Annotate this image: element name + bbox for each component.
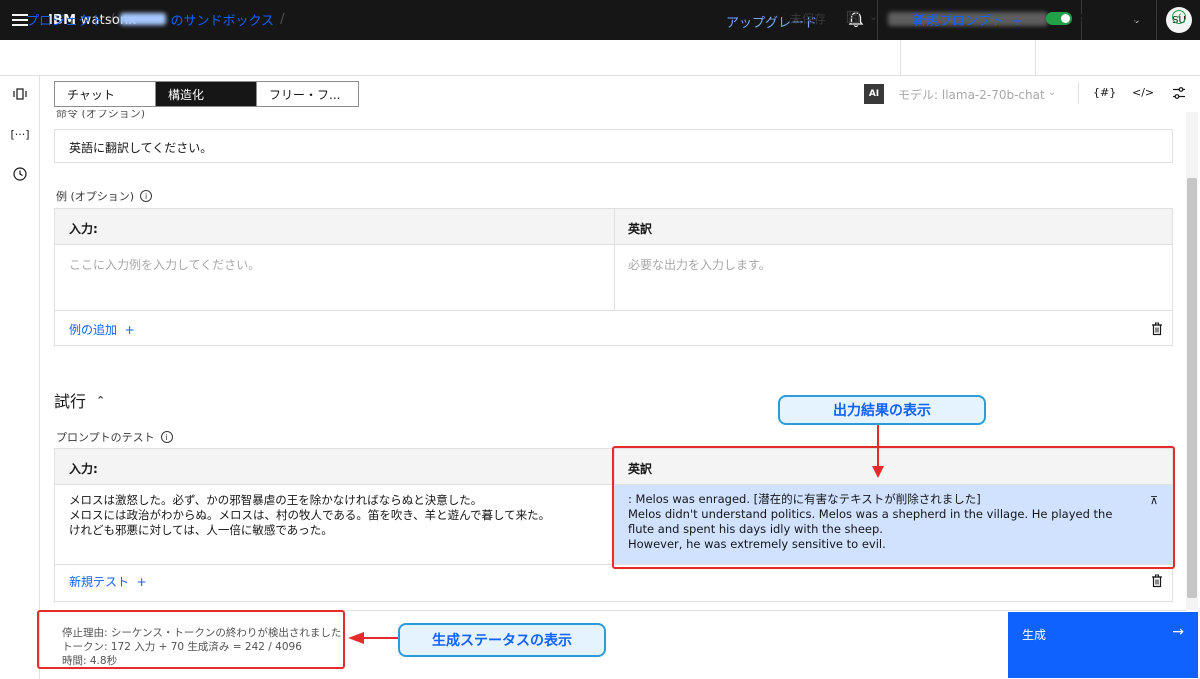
output-callout: 出力結果の表示 [778,395,986,425]
tab-structured[interactable]: 構造化 [156,82,257,106]
history-icon[interactable] [12,166,28,182]
toolbar-divider [900,40,901,76]
mode-tabs: チャット 構造化 フリー・フ... [54,81,359,107]
examples-input-header: 入力: [69,222,98,236]
settings-sliders-icon[interactable] [1172,86,1186,100]
trash-icon[interactable] [1150,574,1164,588]
breadcrumb: プロジェクト / のサンドボックス / プロンプト・ラボ [26,10,395,29]
prompt-variables-icon[interactable]: {#} [1093,86,1116,99]
add-icon: + [124,323,135,337]
model-selector[interactable]: モデル: llama-2-70b-chat [898,86,1045,103]
new-test-button[interactable]: 新規テスト + [69,573,147,590]
generate-button[interactable]: 生成 → [1008,612,1198,678]
examples-table: 入力: 英訳 ここに入力例を入力してください。 必要な出力を入力します。 例の追… [54,208,1173,346]
breadcrumb-current: プロンプト・ラボ [290,14,395,29]
save-status: 未保存 [790,12,827,26]
toolbar-divider [1035,40,1036,76]
examples-label: 例 (オプション) i [56,188,153,204]
variables-icon[interactable]: [···] [10,126,29,142]
add-icon: + [1011,14,1023,29]
chevron-down-icon[interactable]: ⌄ [1048,87,1056,98]
redacted-name [120,13,167,25]
status-callout: 生成ステータスの表示 [398,623,606,657]
example-input-field[interactable]: ここに入力例を入力してください。 [69,256,260,273]
guardrails-toggle[interactable] [1046,12,1072,25]
breadcrumb-bar [0,40,1200,76]
checkmark-icon: ✓ [1172,10,1186,24]
trial-section-title[interactable]: 試行 ⌃ [54,388,105,412]
tab-freeform[interactable]: フリー・フ... [257,82,358,106]
guardrails-label: AI ガードレー... [1078,12,1166,26]
instruction-input[interactable]: 英語に翻訳してください。 [54,129,1173,163]
test-input-field[interactable]: メロスは激怒した。必ず、かの邪智暴虐の王を除かなければならぬと決意した。 メロス… [69,493,609,538]
status-highlight-frame [37,610,345,669]
add-example-button[interactable]: 例の追加 + [69,321,135,338]
view-code-icon[interactable]: </> [1132,86,1154,99]
prompt-sample-icon[interactable] [12,86,28,102]
column-divider [614,209,615,311]
trash-icon[interactable] [1150,322,1164,336]
chevron-up-icon[interactable]: ⌃ [96,394,105,407]
examples-output-header: 英訳 [628,222,653,236]
breadcrumb-projects[interactable]: プロジェクト [26,10,104,29]
info-icon[interactable]: i [160,431,173,443]
instruction-label: 命令 (オプション) [56,110,146,120]
prompt-test-label: プロンプトのテスト i [56,429,173,445]
ai-badge-icon: AI [864,84,884,104]
tab-chat[interactable]: チャット [55,82,156,106]
info-icon[interactable]: i [140,190,153,202]
breadcrumb-sandbox[interactable]: のサンドボックス [120,10,274,29]
output-highlight-frame [612,446,1175,569]
scrollbar-thumb[interactable] [1187,178,1197,598]
example-output-field[interactable]: 必要な出力を入力します。 [628,256,771,273]
arrow-right-icon: → [1172,624,1184,640]
left-rail: [···] [0,76,40,679]
save-icon[interactable] [845,9,861,25]
row-divider [55,310,1172,311]
new-prompt-button[interactable]: 新規プロンプト + [913,10,1023,29]
test-input-header: 入力: [69,462,98,476]
toolbar-divider [1078,82,1079,104]
chevron-down-icon[interactable]: ⌄ [869,10,878,23]
add-icon: + [136,575,147,589]
